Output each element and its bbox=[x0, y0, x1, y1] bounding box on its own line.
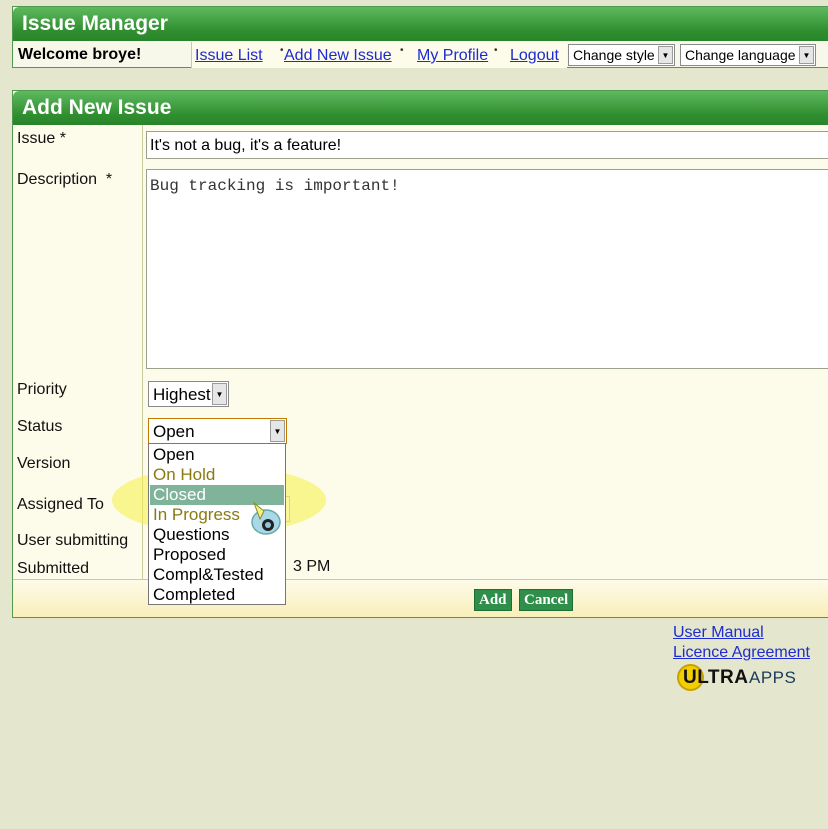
add-button[interactable]: Add bbox=[474, 589, 512, 611]
status-label: Status bbox=[17, 418, 63, 435]
welcome-text: Welcome broye! bbox=[18, 46, 142, 63]
submitted-value: 3 PM bbox=[293, 558, 331, 575]
nav-separator: • bbox=[494, 45, 498, 56]
cancel-button[interactable]: Cancel bbox=[519, 589, 574, 611]
user-submitting-label: User submitting bbox=[17, 532, 129, 549]
user-manual-link[interactable]: User Manual bbox=[673, 624, 764, 642]
issue-input[interactable]: It's not a bug, it's a feature! bbox=[146, 131, 828, 159]
status-option-questions[interactable]: Questions bbox=[153, 525, 230, 545]
nav-add-new-issue[interactable]: Add New Issue bbox=[284, 47, 392, 65]
nav-logout[interactable]: Logout bbox=[510, 47, 559, 65]
status-option-open[interactable]: Open bbox=[153, 445, 195, 465]
form-title: Add New Issue bbox=[13, 91, 828, 125]
status-value: Open bbox=[153, 422, 195, 441]
description-label: Description * bbox=[17, 171, 113, 188]
form-footer: Add Cancel bbox=[13, 579, 828, 617]
status-option-completed[interactable]: Completed bbox=[153, 585, 235, 605]
app-title: Issue Manager bbox=[13, 7, 828, 41]
status-select[interactable]: Open ▼ bbox=[148, 418, 287, 444]
nav-separator: • bbox=[280, 45, 284, 56]
change-style-label: Change style bbox=[573, 47, 655, 63]
version-label: Version bbox=[17, 455, 71, 472]
mouse-cursor-icon bbox=[251, 501, 281, 535]
nav-separator: • bbox=[400, 45, 404, 56]
nav-issue-list[interactable]: Issue List bbox=[195, 47, 263, 65]
chevron-down-icon: ▼ bbox=[658, 46, 673, 64]
assigned-to-label: Assigned To bbox=[17, 496, 104, 513]
priority-value: Highest bbox=[153, 385, 211, 404]
header-panel: Issue Manager Welcome broye! Issue List … bbox=[12, 6, 828, 68]
issue-label: Issue * bbox=[17, 130, 66, 147]
description-textarea[interactable]: Bug tracking is important! bbox=[146, 169, 828, 369]
nav-my-profile[interactable]: My Profile bbox=[417, 47, 488, 65]
priority-label: Priority bbox=[17, 381, 67, 398]
licence-agreement-link[interactable]: Licence Agreement bbox=[673, 644, 810, 662]
logo-light-text: APPS bbox=[749, 668, 797, 687]
chevron-down-icon: ▼ bbox=[799, 46, 814, 64]
top-bar: Welcome broye! Issue List • Add New Issu… bbox=[13, 42, 828, 68]
status-option-in-progress[interactable]: In Progress bbox=[153, 505, 240, 525]
chevron-down-icon: ▼ bbox=[270, 420, 285, 442]
change-language-select[interactable]: Change language ▼ bbox=[680, 44, 816, 66]
submitted-label: Submitted bbox=[17, 560, 90, 577]
status-option-on-hold[interactable]: On Hold bbox=[153, 465, 215, 485]
status-option-proposed[interactable]: Proposed bbox=[153, 545, 226, 565]
ultra-apps-logo: ULTRA APPS bbox=[677, 664, 817, 692]
priority-select[interactable]: Highest ▼ bbox=[148, 381, 229, 407]
change-style-select[interactable]: Change style ▼ bbox=[568, 44, 675, 66]
add-issue-panel: Add New Issue Issue * Description * Prio… bbox=[12, 90, 828, 618]
chevron-down-icon: ▼ bbox=[212, 383, 227, 405]
change-language-label: Change language bbox=[685, 47, 796, 63]
main-nav: Issue List • Add New Issue • My Profile … bbox=[191, 42, 567, 68]
logo-bold-text: ULTRA bbox=[683, 667, 749, 688]
status-option-compl-tested[interactable]: Compl&Tested bbox=[153, 565, 264, 585]
